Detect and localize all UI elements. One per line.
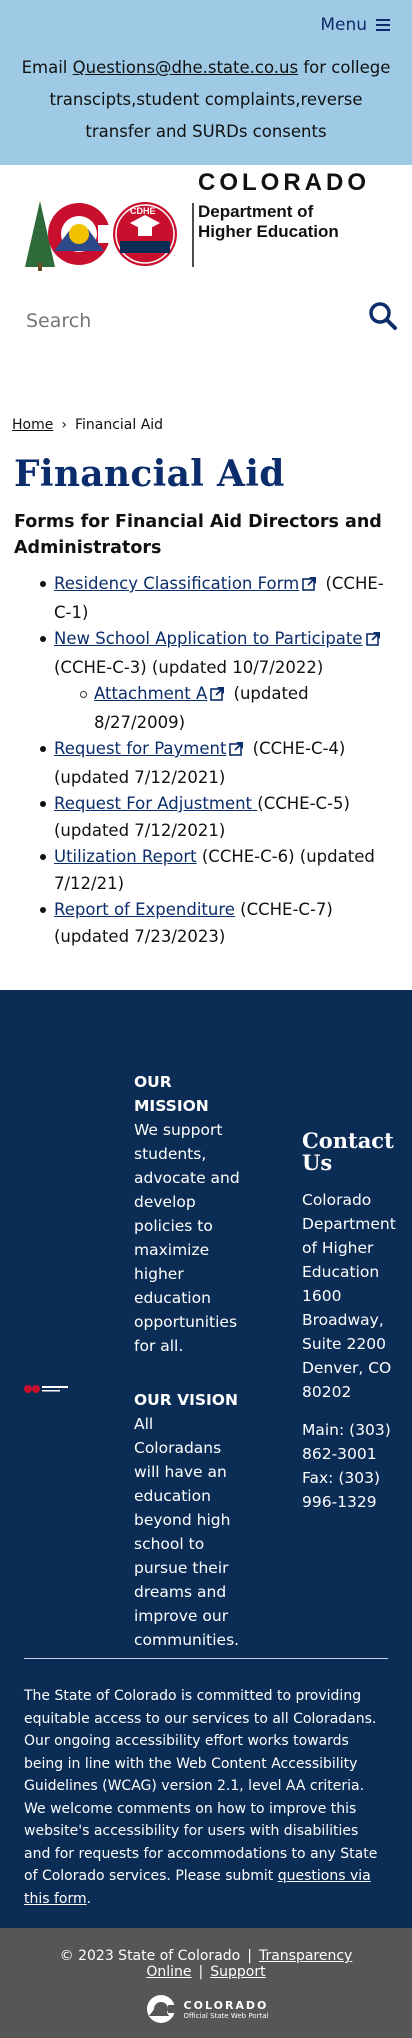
support-link[interactable]: Support xyxy=(210,1964,265,1980)
mission-text: We support students, advocate and develo… xyxy=(134,1121,240,1355)
attachment-a-link[interactable]: Attachment A xyxy=(94,684,207,703)
request-payment-link[interactable]: Request for Payment xyxy=(54,739,226,758)
report-expenditure-link[interactable]: Report of Expenditure xyxy=(54,900,235,919)
logo-dept-line1: Department of xyxy=(198,202,314,221)
external-link-icon xyxy=(302,573,317,600)
sub-list: Attachment A (updated 8/27/2009) xyxy=(54,681,400,736)
separator: | xyxy=(198,1964,204,1980)
search-bar xyxy=(0,295,412,405)
state-portal-text: COLORADO Official State Web Portal xyxy=(184,1999,269,2020)
search-input[interactable] xyxy=(26,310,326,332)
vision-title: OUR VISION xyxy=(134,1391,238,1409)
list-item: Request for Payment (CCHE-C-4) (updated … xyxy=(40,736,400,791)
form-note: (CCHE-C-3) (updated 10/7/2022) xyxy=(54,657,324,677)
page-subtitle: Forms for Financial Aid Directors and Ad… xyxy=(14,512,382,558)
footer-logo[interactable] xyxy=(24,1380,70,1399)
mission-title: OUR MISSION xyxy=(134,1073,209,1115)
list-item: Residency Classification Form (CCHE-C-1) xyxy=(40,571,400,626)
contact-address: Colorado Department of Higher Education … xyxy=(302,1191,396,1401)
forms-list: Residency Classification Form (CCHE-C-1)… xyxy=(12,571,400,950)
external-link-icon xyxy=(210,683,225,710)
breadcrumb-current: Financial Aid xyxy=(74,417,164,433)
colorado-c-icon xyxy=(146,1995,178,2023)
list-item: New School Application to Participate (C… xyxy=(40,626,400,736)
logo-wordmark: COLORADO xyxy=(198,169,370,196)
separator: | xyxy=(247,1948,252,1964)
new-school-application-link[interactable]: New School Application to Participate xyxy=(54,629,363,648)
vision-section: OUR VISION All Coloradans will have an e… xyxy=(134,1388,244,1652)
banner-email-link[interactable]: Questions@dhe.state.co.us xyxy=(73,58,298,77)
list-item: Attachment A (updated 8/27/2009) xyxy=(80,681,400,736)
banner-message: Email Questions@dhe.state.co.us for coll… xyxy=(21,58,391,141)
residency-form-link[interactable]: Residency Classification Form xyxy=(54,574,299,593)
vision-text: All Coloradans will have an education be… xyxy=(134,1415,240,1649)
portal-sub: Official State Web Portal xyxy=(183,2011,269,2020)
breadcrumb: Home › Financial Aid xyxy=(12,405,400,445)
menu-button[interactable]: Menu xyxy=(320,15,390,35)
page-title: Financial Aid xyxy=(14,453,285,495)
list-item: Utilization Report (CCHE-C-6) (updated 7… xyxy=(40,844,400,897)
contact-fax: Fax: (303) 996-1329 xyxy=(302,1469,380,1511)
site-footer: OUR MISSION We support students, advocat… xyxy=(0,990,412,1928)
utilization-report-link[interactable]: Utilization Report xyxy=(54,847,197,866)
main-content: Home › Financial Aid Financial Aid Forms… xyxy=(0,405,412,950)
external-link-icon xyxy=(365,628,381,655)
list-item: Request For Adjustment (CCHE-C-5) (updat… xyxy=(40,791,400,844)
logo-dept-line2: Higher Education xyxy=(198,222,339,241)
search-icon[interactable] xyxy=(368,301,398,335)
state-portal-logo[interactable]: COLORADO Official State Web Portal xyxy=(0,1994,412,2024)
top-banner: Menu Email Questions@dhe.state.co.us for… xyxy=(0,0,412,165)
request-adjustment-link[interactable]: Request For Adjustment xyxy=(54,794,257,813)
external-link-icon xyxy=(229,738,244,765)
list-item: Report of Expenditure (CCHE-C-7) (update… xyxy=(40,897,400,950)
copyright-text: © 2023 State of Colorado xyxy=(59,1948,241,1964)
accessibility-statement: The State of Colorado is committed to pr… xyxy=(24,1688,378,1907)
footer-divider xyxy=(24,1658,388,1659)
contact-title: Contact Us xyxy=(302,1128,394,1175)
contact-phone: Main: (303) 862-3001 xyxy=(302,1421,391,1463)
bottom-links: © 2023 State of Colorado | Transparency On… xyxy=(0,1948,412,1980)
breadcrumb-home-link[interactable]: Home xyxy=(12,417,53,433)
menu-label: Menu xyxy=(320,15,367,35)
logo-badge-text: CDHE xyxy=(130,206,156,216)
mission-section: OUR MISSION We support students, advocat… xyxy=(134,1070,244,1652)
hamburger-icon xyxy=(376,19,390,31)
contact-section: Contact Us Colorado Department of Higher… xyxy=(302,1128,396,1514)
breadcrumb-separator: › xyxy=(61,417,67,433)
bottom-bar: © 2023 State of Colorado | Transparency On… xyxy=(0,1928,412,2038)
footer-columns: OUR MISSION We support students, advocat… xyxy=(24,1070,396,1658)
